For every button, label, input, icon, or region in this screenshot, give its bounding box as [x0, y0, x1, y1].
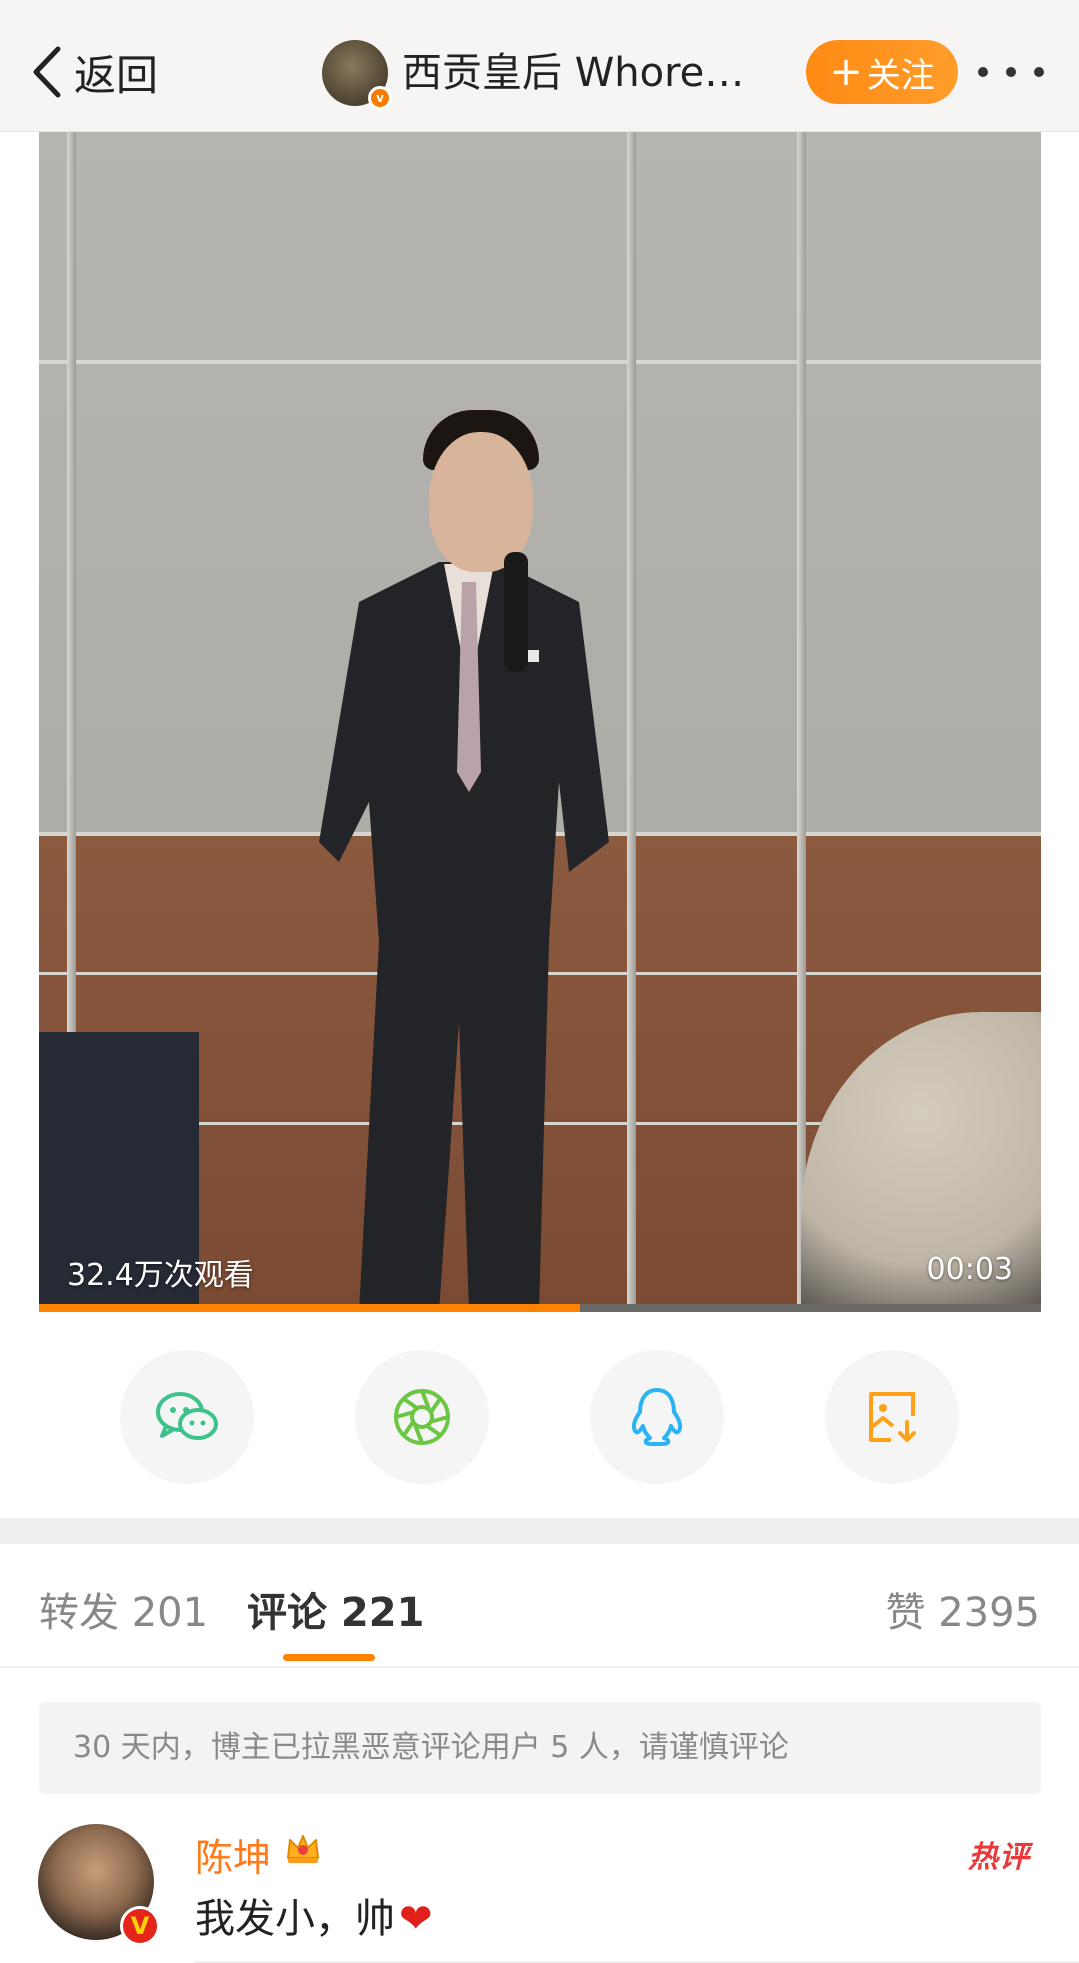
share-row	[0, 1350, 1079, 1484]
share-wechat-button[interactable]	[120, 1350, 254, 1484]
save-image-button[interactable]	[825, 1350, 959, 1484]
comment-item[interactable]: V 陈坤 我发小，帅 ❤ 热评	[0, 1822, 1079, 1963]
follow-button[interactable]: + 关注	[806, 40, 958, 104]
author-name[interactable]: 西贡皇后 Whores...	[402, 44, 762, 102]
active-tab-indicator	[283, 1654, 375, 1661]
speaker-figure	[319, 562, 609, 1312]
video-duration: 00:03	[926, 1252, 1013, 1287]
plus-icon: +	[829, 49, 863, 95]
commenter-avatar[interactable]: V	[38, 1824, 160, 1946]
author-avatar[interactable]: v	[322, 40, 392, 110]
share-moments-button[interactable]	[355, 1350, 489, 1484]
wall-line	[39, 360, 1041, 364]
heart-icon: ❤	[399, 1896, 433, 1942]
tab-repost[interactable]: 转发 201	[39, 1580, 208, 1638]
interaction-tabs: 转发 201 评论 221 赞 2395	[0, 1544, 1079, 1668]
comment-text: 我发小，帅 ❤	[195, 1886, 433, 1944]
wall-seam	[797, 132, 806, 1312]
verified-badge-icon: v	[368, 86, 392, 110]
follow-label: 关注	[866, 55, 935, 96]
tab-comment[interactable]: 评论 221	[247, 1580, 424, 1638]
section-divider	[0, 1518, 1079, 1544]
save-image-icon	[869, 1392, 916, 1442]
back-label: 返回	[74, 50, 159, 100]
comment-notice: 30 天内，博主已拉黑恶意评论用户 5 人，请谨慎评论	[39, 1702, 1041, 1794]
wechat-icon	[156, 1392, 218, 1440]
crown-icon	[287, 1835, 319, 1863]
more-dots-icon[interactable]	[978, 58, 1044, 86]
share-qq-button[interactable]	[590, 1350, 724, 1484]
back-button[interactable]: 返回	[30, 40, 158, 104]
video-progress-bar[interactable]	[39, 1304, 1041, 1312]
video-progress-fill	[39, 1304, 581, 1312]
video-player[interactable]: 32.4万次观看 00:03	[39, 132, 1041, 1312]
hot-comment-badge: 热评	[968, 1840, 1030, 1875]
commenter-name[interactable]: 陈坤	[195, 1827, 271, 1882]
tab-like[interactable]: 赞 2395	[885, 1580, 1040, 1638]
view-count: 32.4万次观看	[67, 1258, 254, 1293]
microphone	[504, 552, 528, 672]
speaker-head	[429, 432, 533, 572]
top-nav-bar: 返回 v 西贡皇后 Whores... + 关注	[0, 0, 1079, 132]
wall-seam	[627, 132, 636, 1312]
chevron-left-icon	[33, 46, 61, 98]
comment-body: 我发小，帅	[195, 1896, 395, 1942]
qq-icon	[631, 1388, 683, 1446]
verified-badge-icon: V	[120, 1906, 160, 1946]
moments-icon	[394, 1389, 450, 1445]
